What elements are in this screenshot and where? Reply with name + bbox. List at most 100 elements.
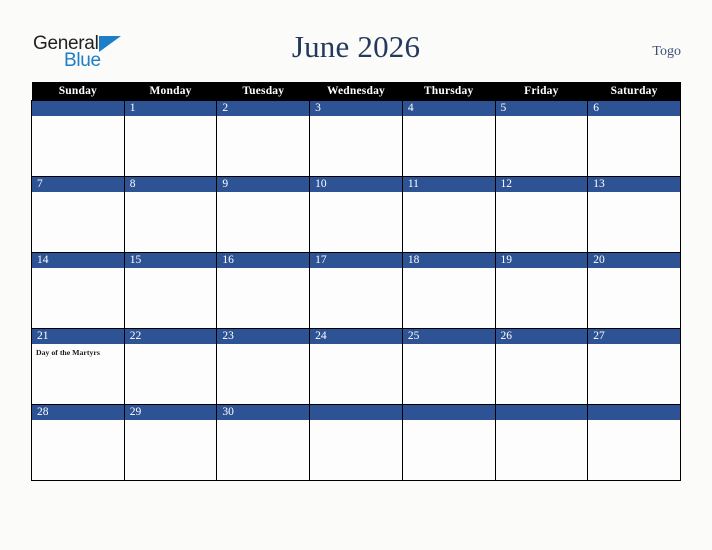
day-event — [32, 192, 124, 196]
day-number: 23 — [217, 329, 310, 344]
calendar-day-cell[interactable]: 25 — [401, 328, 496, 405]
calendar-day-cell[interactable]: 1 — [123, 100, 218, 177]
day-number: 26 — [495, 329, 588, 344]
calendar-day-cell[interactable]: 30 — [216, 404, 311, 481]
calendar-day-cell[interactable]: 7 — [31, 176, 125, 253]
calendar-day-cell[interactable]: 12 — [494, 176, 589, 253]
day-event — [310, 116, 402, 120]
calendar-day-cell[interactable]: 13 — [587, 176, 681, 253]
day-event — [588, 420, 680, 424]
calendar-day-cell[interactable]: 26 — [494, 328, 589, 405]
day-number: 7 — [32, 177, 124, 192]
day-number: 25 — [402, 329, 495, 344]
day-event — [125, 344, 217, 348]
calendar-day-cell[interactable]: 10 — [309, 176, 403, 253]
calendar-day-cell[interactable]: 18 — [401, 252, 496, 329]
calendar-grid: Sunday Monday Tuesday Wednesday Thursday… — [31, 82, 681, 481]
calendar-week-row: 7 8 9 10 11 12 13 — [31, 176, 681, 253]
day-number: 27 — [588, 329, 680, 344]
calendar-day-cell[interactable]: 4 — [401, 100, 496, 177]
country-label: Togo — [652, 44, 681, 59]
calendar-day-cell[interactable]: 16 — [216, 252, 311, 329]
day-number: 16 — [217, 253, 310, 268]
day-event — [32, 116, 124, 120]
day-event — [403, 344, 495, 348]
day-number: 29 — [124, 405, 217, 420]
calendar-day-cell[interactable]: 28 — [31, 404, 125, 481]
day-number: 18 — [402, 253, 495, 268]
calendar-day-cell[interactable]: 22 — [123, 328, 218, 405]
day-event — [588, 192, 680, 196]
calendar-day-cell[interactable]: 3 — [309, 100, 403, 177]
calendar-day-cell[interactable]: 29 — [123, 404, 218, 481]
day-number: 6 — [588, 101, 680, 116]
weekday-header-monday: Monday — [124, 82, 217, 101]
day-event — [217, 268, 309, 272]
day-event — [496, 268, 588, 272]
weekday-header-sunday: Sunday — [31, 82, 125, 101]
weekday-header-wednesday: Wednesday — [309, 82, 403, 101]
day-event — [588, 268, 680, 272]
day-event: Day of the Martyrs — [36, 348, 100, 357]
day-number: 24 — [310, 329, 402, 344]
calendar-day-cell[interactable]: 14 — [31, 252, 125, 329]
day-number: 28 — [32, 405, 124, 420]
calendar-day-cell[interactable] — [309, 404, 403, 481]
calendar-day-cell[interactable]: 8 — [123, 176, 218, 253]
day-event — [217, 116, 309, 120]
day-number: 14 — [32, 253, 124, 268]
day-number: 1 — [124, 101, 217, 116]
day-number: 17 — [310, 253, 402, 268]
day-event — [496, 420, 588, 424]
day-event — [403, 268, 495, 272]
day-event — [310, 344, 402, 348]
day-event — [496, 192, 588, 196]
day-number — [310, 405, 402, 420]
day-event — [310, 192, 402, 196]
calendar-day-cell[interactable]: 6 — [587, 100, 681, 177]
day-event — [217, 420, 309, 424]
day-event — [588, 344, 680, 348]
calendar-week-row: 21 Day of the Martyrs 22 23 24 25 26 27 — [31, 328, 681, 405]
day-number: 12 — [495, 177, 588, 192]
calendar-day-cell[interactable] — [494, 404, 589, 481]
calendar-day-cell[interactable]: 9 — [216, 176, 311, 253]
calendar-day-cell[interactable]: 23 — [216, 328, 311, 405]
weekday-header-tuesday: Tuesday — [216, 82, 310, 101]
calendar-day-cell[interactable]: 27 — [587, 328, 681, 405]
day-event — [403, 420, 495, 424]
calendar-day-cell[interactable]: 24 — [309, 328, 403, 405]
day-number — [588, 405, 680, 420]
weekday-header-friday: Friday — [495, 82, 588, 101]
calendar-day-cell[interactable]: 21 Day of the Martyrs — [31, 328, 125, 405]
weekday-header-saturday: Saturday — [587, 82, 681, 101]
day-number: 3 — [310, 101, 402, 116]
day-number — [495, 405, 588, 420]
calendar-day-cell[interactable]: 5 — [494, 100, 589, 177]
calendar-day-cell[interactable] — [401, 404, 496, 481]
calendar-day-cell[interactable]: 17 — [309, 252, 403, 329]
calendar-day-cell[interactable]: 19 — [494, 252, 589, 329]
day-event — [125, 116, 217, 120]
calendar-day-cell[interactable]: 20 — [587, 252, 681, 329]
day-event — [125, 268, 217, 272]
calendar-day-cell[interactable]: 15 — [123, 252, 218, 329]
day-number — [402, 405, 495, 420]
weekday-header-thursday: Thursday — [402, 82, 496, 101]
day-number: 22 — [124, 329, 217, 344]
calendar-day-cell[interactable]: 2 — [216, 100, 311, 177]
calendar-week-row: 1 2 3 4 5 6 — [31, 100, 681, 177]
day-number: 8 — [124, 177, 217, 192]
day-number: 13 — [588, 177, 680, 192]
day-number: 30 — [217, 405, 310, 420]
day-number: 9 — [217, 177, 310, 192]
weekday-header-row: Sunday Monday Tuesday Wednesday Thursday… — [31, 82, 681, 101]
day-event — [125, 192, 217, 196]
day-number: 4 — [402, 101, 495, 116]
calendar-day-cell[interactable]: 11 — [401, 176, 496, 253]
day-event — [32, 268, 124, 272]
calendar-week-row: 28 29 30 — [31, 404, 681, 481]
calendar-day-cell[interactable] — [31, 100, 125, 177]
calendar-day-cell[interactable] — [587, 404, 681, 481]
day-number: 10 — [310, 177, 402, 192]
